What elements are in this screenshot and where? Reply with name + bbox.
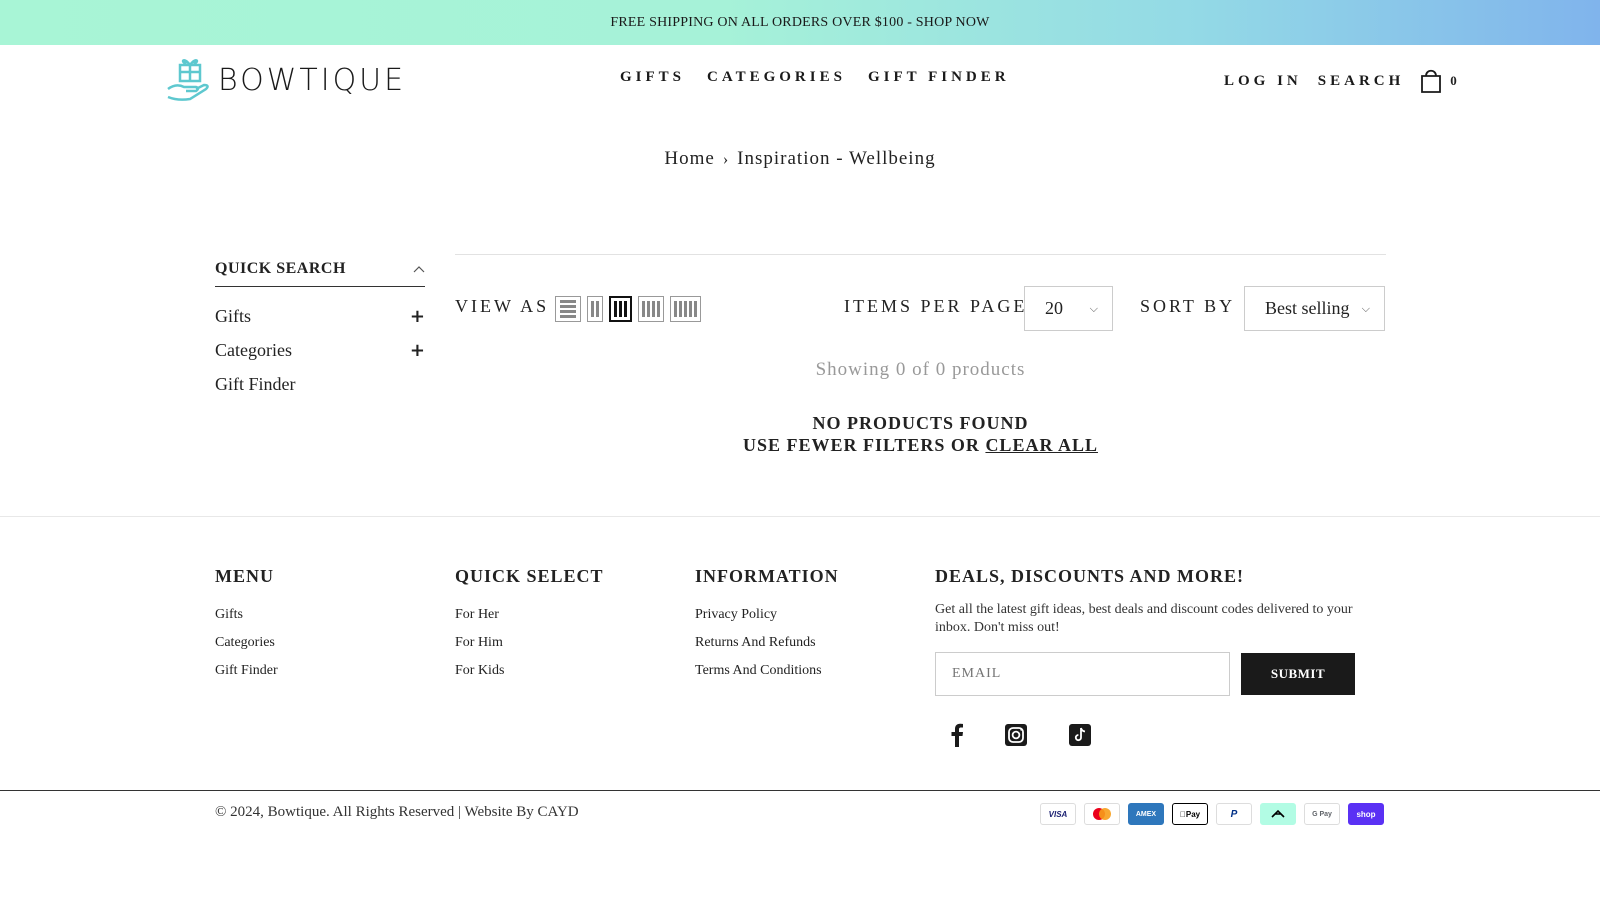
- footer-bottom-divider: [0, 790, 1600, 791]
- facebook-icon[interactable]: [950, 723, 964, 747]
- footer-quick-select-title: QUICK SELECT: [455, 566, 604, 586]
- newsletter-form: SUBMIT: [935, 652, 1355, 696]
- view-as-label: VIEW AS: [455, 296, 550, 316]
- fewer-filters-text: USE FEWER FILTERS OR: [743, 435, 980, 455]
- quick-search-title: QUICK SEARCH: [215, 260, 346, 277]
- nav-gifts[interactable]: GIFTS: [620, 69, 685, 86]
- results-count: Showing 0 of 0 products: [815, 359, 1026, 380]
- breadcrumb-current: Inspiration - Wellbeing: [737, 148, 936, 169]
- grid-3-view-icon[interactable]: [609, 296, 632, 322]
- chevron-right-icon: ›: [722, 151, 730, 168]
- instagram-icon[interactable]: [1004, 723, 1028, 747]
- list-view-icon[interactable]: [555, 296, 581, 322]
- social-links: [950, 723, 1092, 747]
- chevron-down-icon: ⌵: [1361, 301, 1370, 315]
- grid-4-view-icon[interactable]: [638, 296, 664, 322]
- footer-link[interactable]: For Kids: [455, 657, 604, 685]
- sort-by-value: Best selling: [1265, 298, 1350, 318]
- items-per-page-select[interactable]: 20 ⌵: [1024, 286, 1113, 331]
- chevron-down-icon: ⌵: [1089, 301, 1098, 315]
- quick-search-sidebar: QUICK SEARCH Gifts + Categories + Gift Fin…: [215, 252, 425, 401]
- sidebar-item-gift-finder[interactable]: Gift Finder: [215, 367, 425, 401]
- grid-5-view-icon[interactable]: [670, 296, 701, 322]
- sort-by-label: SORT BY: [1140, 296, 1236, 316]
- tiktok-icon[interactable]: [1068, 723, 1092, 747]
- paypal-icon: P: [1216, 803, 1252, 825]
- plus-icon[interactable]: +: [410, 306, 425, 327]
- visa-label: VISA: [1048, 809, 1068, 819]
- footer-information-title: INFORMATION: [695, 566, 839, 586]
- sidebar-item-label: Categories: [215, 339, 292, 360]
- quick-search-list: Gifts + Categories + Gift Finder: [215, 299, 425, 401]
- header-actions: LOG IN SEARCH 0: [1224, 68, 1457, 94]
- visa-icon: VISA: [1040, 803, 1076, 825]
- newsletter-text: Get all the latest gift ideas, best deal…: [935, 602, 1353, 635]
- sidebar-item-label: Gifts: [215, 305, 251, 326]
- footer-link[interactable]: Gifts: [215, 601, 278, 629]
- apple-pay-icon: Pay: [1172, 803, 1208, 825]
- payment-methods: VISA AMEX Pay P G Pay shop: [1040, 803, 1384, 825]
- sidebar-item-label: Gift Finder: [215, 373, 296, 394]
- shop-pay-label: shop: [1356, 809, 1376, 819]
- paypal-label: P: [1230, 808, 1238, 820]
- gift-hand-icon: [167, 59, 209, 101]
- apple-pay-text: Pay: [1182, 809, 1200, 819]
- apple-pay-label: Pay: [1180, 810, 1200, 819]
- footer-link[interactable]: Returns And Refunds: [695, 629, 839, 657]
- footer-link[interactable]: Categories: [215, 629, 278, 657]
- items-per-page-label: ITEMS PER PAGE: [844, 296, 1028, 316]
- nav-gift-finder[interactable]: GIFT FINDER: [868, 69, 1010, 86]
- footer-link[interactable]: For Him: [455, 629, 604, 657]
- cart-button[interactable]: 0: [1420, 68, 1457, 94]
- amex-icon: AMEX: [1128, 803, 1164, 825]
- footer-newsletter: DEALS, DISCOUNTS AND MORE! Get all the l…: [935, 566, 1365, 637]
- brand-logo[interactable]: BOWTIQUE: [166, 54, 406, 106]
- sort-by-select[interactable]: Best selling ⌵: [1244, 286, 1385, 331]
- items-per-page-value: 20: [1045, 298, 1063, 318]
- footer-menu-title: MENU: [215, 566, 274, 586]
- footer-link[interactable]: For Her: [455, 601, 604, 629]
- toolbar-divider: [455, 254, 1386, 255]
- no-products-text: NO PRODUCTS FOUND: [812, 413, 1029, 433]
- footer-divider: [0, 516, 1600, 517]
- no-results-message: NO PRODUCTS FOUND USE FEWER FILTERS OR C…: [455, 412, 1386, 456]
- mastercard-icon: [1084, 803, 1120, 825]
- copyright-text: © 2024, Bowtique. All Rights Reserved | …: [215, 804, 579, 820]
- plus-icon[interactable]: +: [410, 340, 425, 361]
- shopping-bag-icon: [1421, 69, 1442, 93]
- nav-categories[interactable]: CATEGORIES: [707, 69, 846, 86]
- quick-search-toggle[interactable]: QUICK SEARCH: [215, 252, 425, 287]
- breadcrumb: Home › Inspiration - Wellbeing: [0, 148, 1600, 170]
- footer-menu: MENU Gifts Categories Gift Finder: [215, 566, 278, 685]
- breadcrumb-home[interactable]: Home: [664, 148, 714, 169]
- shop-pay-icon: shop: [1348, 803, 1384, 825]
- submit-button[interactable]: SUBMIT: [1241, 653, 1355, 695]
- grid-2-view-icon[interactable]: [587, 296, 603, 322]
- announcement-text[interactable]: FREE SHIPPING ON ALL ORDERS OVER $100 - …: [610, 15, 989, 31]
- login-link[interactable]: LOG IN: [1224, 73, 1302, 90]
- view-mode-switcher: [555, 296, 701, 322]
- sidebar-item-categories[interactable]: Categories +: [215, 333, 425, 367]
- search-link[interactable]: SEARCH: [1318, 73, 1405, 90]
- chevron-up-icon: [413, 266, 425, 273]
- email-input[interactable]: [935, 652, 1230, 696]
- main-nav: GIFTS CATEGORIES GIFT FINDER: [620, 69, 1010, 86]
- afterpay-icon: [1260, 803, 1296, 825]
- footer-information: INFORMATION Privacy Policy Returns And R…: [695, 566, 839, 685]
- footer-link[interactable]: Privacy Policy: [695, 601, 839, 629]
- google-pay-label: G Pay: [1312, 810, 1332, 818]
- announcement-bar[interactable]: FREE SHIPPING ON ALL ORDERS OVER $100 - …: [0, 0, 1600, 45]
- footer-quick-select: QUICK SELECT For Her For Him For Kids: [455, 566, 604, 685]
- footer-link[interactable]: Gift Finder: [215, 657, 278, 685]
- footer-link[interactable]: Terms And Conditions: [695, 657, 839, 685]
- newsletter-title: DEALS, DISCOUNTS AND MORE!: [935, 566, 1245, 586]
- brand-name: BOWTIQUE: [218, 62, 407, 98]
- amex-label: AMEX: [1135, 810, 1157, 818]
- google-pay-icon: G Pay: [1304, 803, 1340, 825]
- clear-all-link[interactable]: CLEAR ALL: [985, 435, 1098, 455]
- sidebar-item-gifts[interactable]: Gifts +: [215, 299, 425, 333]
- cart-count: 0: [1450, 73, 1457, 88]
